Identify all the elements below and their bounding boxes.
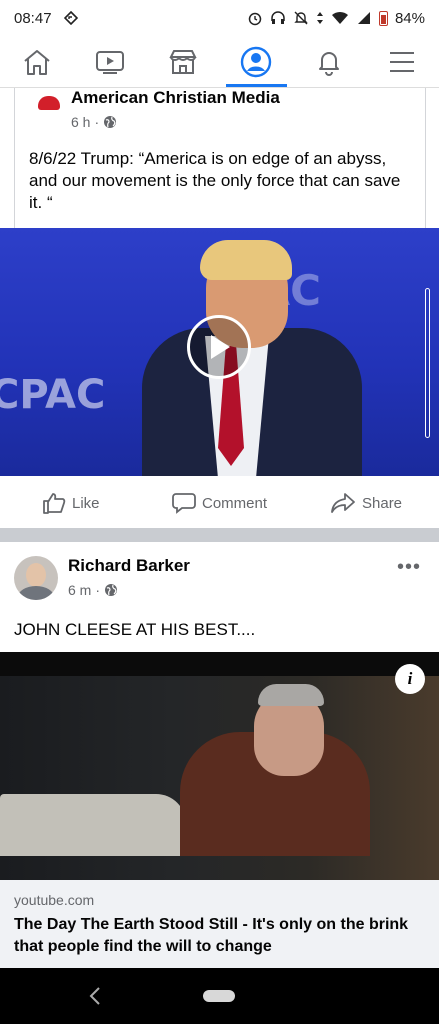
video-player[interactable]: AC CPAC [0, 228, 439, 476]
shared-post-card: American Christian Media 6 h · 8/6/22 Tr… [14, 88, 426, 230]
tab-profile[interactable] [220, 36, 293, 87]
link-title: The Day The Earth Stood Still - It's onl… [14, 916, 409, 955]
play-button[interactable] [187, 315, 251, 379]
video-watermark-2: CPAC [0, 372, 106, 418]
feed-separator [0, 528, 439, 542]
post-meta: 6 h · [71, 114, 117, 130]
post-american-christian-media: American Christian Media 6 h · 8/6/22 Tr… [0, 88, 439, 528]
link-domain: youtube.com [14, 892, 95, 908]
tab-notifications[interactable] [293, 36, 366, 87]
video-scroll-indicator[interactable] [425, 288, 430, 438]
share-button[interactable]: Share [330, 492, 402, 514]
alarm-icon [248, 12, 262, 26]
profile-icon [240, 46, 272, 77]
post-time[interactable]: 6 h [71, 114, 90, 130]
tab-home[interactable] [0, 36, 73, 87]
more-options-button[interactable]: ••• [397, 556, 421, 579]
speaker-hair [200, 240, 292, 280]
system-navigation-bar [0, 968, 439, 1024]
globe-icon [104, 116, 117, 128]
headphones-icon [271, 11, 285, 24]
wifi-icon [331, 11, 348, 24]
signal-icon [357, 12, 370, 24]
home-gesture-pill[interactable] [203, 990, 235, 1002]
location-diamond-icon [63, 11, 78, 25]
home-icon [23, 49, 50, 75]
meta-dot: · [94, 114, 100, 130]
tab-marketplace[interactable] [146, 36, 219, 87]
post-actions: Like Comment Share [0, 486, 439, 520]
post-richard-barker: Richard Barker ••• 6 m · JOHN CLEESE AT … [0, 542, 439, 968]
status-bar: 08:47 84% [0, 0, 439, 36]
like-button[interactable]: Like [42, 492, 100, 514]
meta-dot: · [95, 582, 101, 598]
comment-label: Comment [202, 494, 268, 512]
post-text: JOHN CLEESE AT HIS BEST.... [14, 620, 256, 639]
menu-icon [390, 51, 415, 72]
battery-icon [378, 10, 388, 26]
tab-menu[interactable] [366, 36, 439, 87]
data-arrows-icon [316, 12, 323, 24]
mute-bell-icon [294, 11, 308, 25]
page-avatar[interactable] [29, 90, 69, 120]
video-icon [95, 50, 124, 74]
share-icon [331, 493, 355, 513]
comment-button[interactable]: Comment [172, 492, 267, 514]
battery-level: 84% [394, 9, 425, 27]
scene-sofa [0, 794, 186, 856]
video-thumbnail[interactable]: i [0, 652, 439, 880]
scene-hair [258, 684, 324, 706]
notifications-icon [319, 51, 340, 76]
comment-icon [172, 493, 196, 514]
post-author[interactable]: American Christian Media [71, 88, 280, 108]
back-icon[interactable] [88, 986, 102, 1006]
share-label: Share [362, 494, 403, 512]
info-icon[interactable]: i [395, 664, 425, 694]
thumbs-up-icon [43, 493, 66, 514]
post-text: 8/6/22 Trump: “America is on edge of an … [29, 149, 401, 212]
globe-icon [105, 584, 118, 596]
avatar[interactable] [14, 556, 58, 600]
post-author[interactable]: Richard Barker [68, 556, 190, 576]
post-time[interactable]: 6 m [68, 582, 91, 598]
marketplace-icon [169, 49, 197, 74]
tab-watch[interactable] [73, 36, 146, 87]
play-icon [211, 335, 230, 359]
link-preview[interactable]: youtube.com The Day The Earth Stood Stil… [0, 880, 439, 968]
status-icons: 84% [247, 10, 425, 27]
post-meta: 6 m · [68, 582, 118, 598]
like-label: Like [72, 494, 100, 512]
status-time: 08:47 [14, 9, 52, 27]
top-nav-bar [0, 36, 439, 88]
